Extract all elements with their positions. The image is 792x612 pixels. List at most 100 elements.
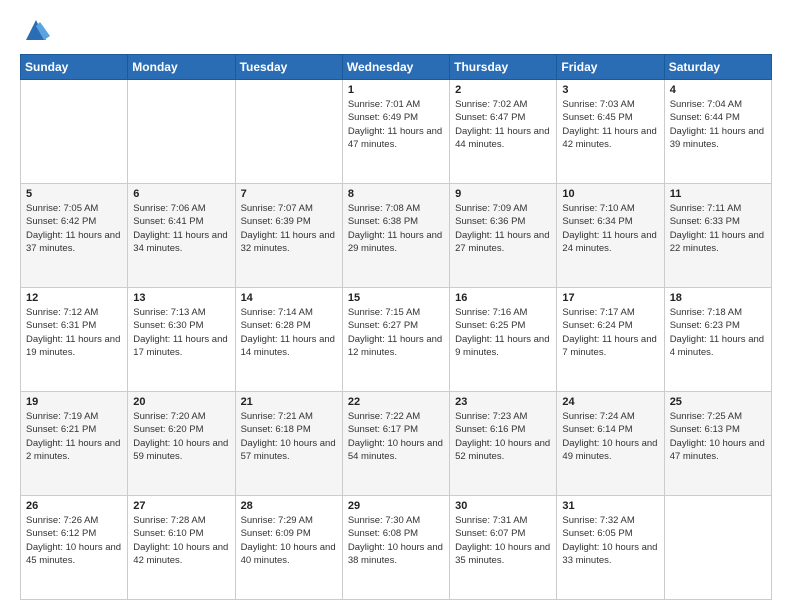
header: [20, 16, 772, 44]
calendar-cell: 22 Sunrise: 7:22 AM Sunset: 6:17 PM Dayli…: [342, 392, 449, 496]
calendar-cell: 5 Sunrise: 7:05 AM Sunset: 6:42 PM Daylig…: [21, 184, 128, 288]
day-number: 14: [241, 292, 337, 304]
day-info: Sunrise: 7:07 AM Sunset: 6:39 PM Dayligh…: [241, 202, 337, 255]
day-info: Sunrise: 7:12 AM Sunset: 6:31 PM Dayligh…: [26, 306, 122, 359]
day-number: 29: [348, 500, 444, 512]
day-number: 5: [26, 188, 122, 200]
calendar-row: 1 Sunrise: 7:01 AM Sunset: 6:49 PM Daylig…: [21, 80, 772, 184]
calendar-cell: 27Sunrise: 7:28 AM Sunset: 6:10 PM Dayli…: [128, 496, 235, 600]
calendar-cell: 3Sunrise: 7:03 AM Sunset: 6:45 PM Daylig…: [557, 80, 664, 184]
day-number: 15: [348, 292, 444, 304]
day-info: Sunrise: 7:30 AM Sunset: 6:08 PM Dayligh…: [348, 514, 444, 567]
day-info: Sunrise: 7:05 AM Sunset: 6:42 PM Dayligh…: [26, 202, 122, 255]
calendar-cell: 18 Sunrise: 7:18 AM Sunset: 6:23 PM Dayli…: [664, 288, 771, 392]
day-number: 19: [26, 396, 122, 408]
calendar-cell: 29 Sunrise: 7:30 AM Sunset: 6:08 PM Dayli…: [342, 496, 449, 600]
day-number: 23: [455, 396, 551, 408]
calendar-header-row: SundayMondayTuesdayWednesdayThursdayFrid…: [21, 55, 772, 80]
day-info: Sunrise: 7:13 AM Sunset: 6:30 PM Dayligh…: [133, 306, 229, 359]
day-number: 30: [455, 500, 551, 512]
day-number: 2: [455, 84, 551, 96]
day-number: 10: [562, 188, 658, 200]
day-info: Sunrise: 7:09 AM Sunset: 6:36 PM Dayligh…: [455, 202, 551, 255]
day-info: Sunrise: 7:16 AM Sunset: 6:25 PM Dayligh…: [455, 306, 551, 359]
calendar-day-header: Friday: [557, 55, 664, 80]
calendar-day-header: Saturday: [664, 55, 771, 80]
day-info: Sunrise: 7:22 AM Sunset: 6:17 PM Dayligh…: [348, 410, 444, 463]
day-number: 18: [670, 292, 766, 304]
day-number: 9: [455, 188, 551, 200]
calendar-cell: 2 Sunrise: 7:02 AM Sunset: 6:47 PM Daylig…: [450, 80, 557, 184]
day-number: 1: [348, 84, 444, 96]
day-info: Sunrise: 7:26 AM Sunset: 6:12 PM Dayligh…: [26, 514, 122, 567]
day-info: Sunrise: 7:11 AM Sunset: 6:33 PM Dayligh…: [670, 202, 766, 255]
calendar-cell: 4 Sunrise: 7:04 AM Sunset: 6:44 PM Daylig…: [664, 80, 771, 184]
calendar-cell: 1 Sunrise: 7:01 AM Sunset: 6:49 PM Daylig…: [342, 80, 449, 184]
calendar-cell: 13 Sunrise: 7:13 AM Sunset: 6:30 PM Dayli…: [128, 288, 235, 392]
day-number: 7: [241, 188, 337, 200]
day-number: 31: [562, 500, 658, 512]
calendar-cell: 8 Sunrise: 7:08 AM Sunset: 6:38 PM Daylig…: [342, 184, 449, 288]
calendar-day-header: Tuesday: [235, 55, 342, 80]
calendar-row: 19 Sunrise: 7:19 AM Sunset: 6:21 PM Dayli…: [21, 392, 772, 496]
day-number: 6: [133, 188, 229, 200]
day-info: Sunrise: 7:20 AM Sunset: 6:20 PM Dayligh…: [133, 410, 229, 463]
day-info: Sunrise: 7:28 AM Sunset: 6:10 PM Dayligh…: [133, 514, 229, 567]
calendar-cell: 9 Sunrise: 7:09 AM Sunset: 6:36 PM Daylig…: [450, 184, 557, 288]
day-number: 12: [26, 292, 122, 304]
logo: [20, 16, 50, 44]
calendar-row: 26 Sunrise: 7:26 AM Sunset: 6:12 PM Dayli…: [21, 496, 772, 600]
calendar-cell: 15 Sunrise: 7:15 AM Sunset: 6:27 PM Dayli…: [342, 288, 449, 392]
day-number: 22: [348, 396, 444, 408]
calendar-cell: 19 Sunrise: 7:19 AM Sunset: 6:21 PM Dayli…: [21, 392, 128, 496]
calendar-cell: 28 Sunrise: 7:29 AM Sunset: 6:09 PM Dayli…: [235, 496, 342, 600]
day-info: Sunrise: 7:06 AM Sunset: 6:41 PM Dayligh…: [133, 202, 229, 255]
day-info: Sunrise: 7:10 AM Sunset: 6:34 PM Dayligh…: [562, 202, 658, 255]
day-number: 17: [562, 292, 658, 304]
day-info: Sunrise: 7:14 AM Sunset: 6:28 PM Dayligh…: [241, 306, 337, 359]
calendar-cell: 21 Sunrise: 7:21 AM Sunset: 6:18 PM Dayli…: [235, 392, 342, 496]
calendar-cell: 25Sunrise: 7:25 AM Sunset: 6:13 PM Dayli…: [664, 392, 771, 496]
day-number: 16: [455, 292, 551, 304]
calendar-cell: 12 Sunrise: 7:12 AM Sunset: 6:31 PM Dayli…: [21, 288, 128, 392]
calendar-day-header: Monday: [128, 55, 235, 80]
calendar-cell: [128, 80, 235, 184]
day-number: 26: [26, 500, 122, 512]
day-number: 13: [133, 292, 229, 304]
day-number: 21: [241, 396, 337, 408]
day-info: Sunrise: 7:21 AM Sunset: 6:18 PM Dayligh…: [241, 410, 337, 463]
day-info: Sunrise: 7:04 AM Sunset: 6:44 PM Dayligh…: [670, 98, 766, 151]
calendar-cell: 7 Sunrise: 7:07 AM Sunset: 6:39 PM Daylig…: [235, 184, 342, 288]
calendar-cell: 26 Sunrise: 7:26 AM Sunset: 6:12 PM Dayli…: [21, 496, 128, 600]
calendar-day-header: Wednesday: [342, 55, 449, 80]
calendar-cell: [21, 80, 128, 184]
day-number: 11: [670, 188, 766, 200]
calendar-cell: 16 Sunrise: 7:16 AM Sunset: 6:25 PM Dayli…: [450, 288, 557, 392]
day-info: Sunrise: 7:02 AM Sunset: 6:47 PM Dayligh…: [455, 98, 551, 151]
day-info: Sunrise: 7:17 AM Sunset: 6:24 PM Dayligh…: [562, 306, 658, 359]
calendar-cell: 31Sunrise: 7:32 AM Sunset: 6:05 PM Dayli…: [557, 496, 664, 600]
day-number: 28: [241, 500, 337, 512]
calendar-cell: 24 Sunrise: 7:24 AM Sunset: 6:14 PM Dayli…: [557, 392, 664, 496]
day-number: 20: [133, 396, 229, 408]
calendar-day-header: Sunday: [21, 55, 128, 80]
day-info: Sunrise: 7:01 AM Sunset: 6:49 PM Dayligh…: [348, 98, 444, 151]
calendar-cell: 23Sunrise: 7:23 AM Sunset: 6:16 PM Dayli…: [450, 392, 557, 496]
day-info: Sunrise: 7:29 AM Sunset: 6:09 PM Dayligh…: [241, 514, 337, 567]
calendar-cell: 20 Sunrise: 7:20 AM Sunset: 6:20 PM Dayli…: [128, 392, 235, 496]
day-number: 8: [348, 188, 444, 200]
day-number: 4: [670, 84, 766, 96]
logo-icon: [22, 16, 50, 44]
day-info: Sunrise: 7:19 AM Sunset: 6:21 PM Dayligh…: [26, 410, 122, 463]
day-info: Sunrise: 7:25 AM Sunset: 6:13 PM Dayligh…: [670, 410, 766, 463]
day-info: Sunrise: 7:18 AM Sunset: 6:23 PM Dayligh…: [670, 306, 766, 359]
calendar-cell: [235, 80, 342, 184]
day-number: 3: [562, 84, 658, 96]
calendar-cell: 30Sunrise: 7:31 AM Sunset: 6:07 PM Dayli…: [450, 496, 557, 600]
day-info: Sunrise: 7:08 AM Sunset: 6:38 PM Dayligh…: [348, 202, 444, 255]
day-info: Sunrise: 7:15 AM Sunset: 6:27 PM Dayligh…: [348, 306, 444, 359]
calendar-cell: 14 Sunrise: 7:14 AM Sunset: 6:28 PM Dayli…: [235, 288, 342, 392]
day-number: 24: [562, 396, 658, 408]
calendar-cell: 10 Sunrise: 7:10 AM Sunset: 6:34 PM Dayli…: [557, 184, 664, 288]
day-info: Sunrise: 7:24 AM Sunset: 6:14 PM Dayligh…: [562, 410, 658, 463]
